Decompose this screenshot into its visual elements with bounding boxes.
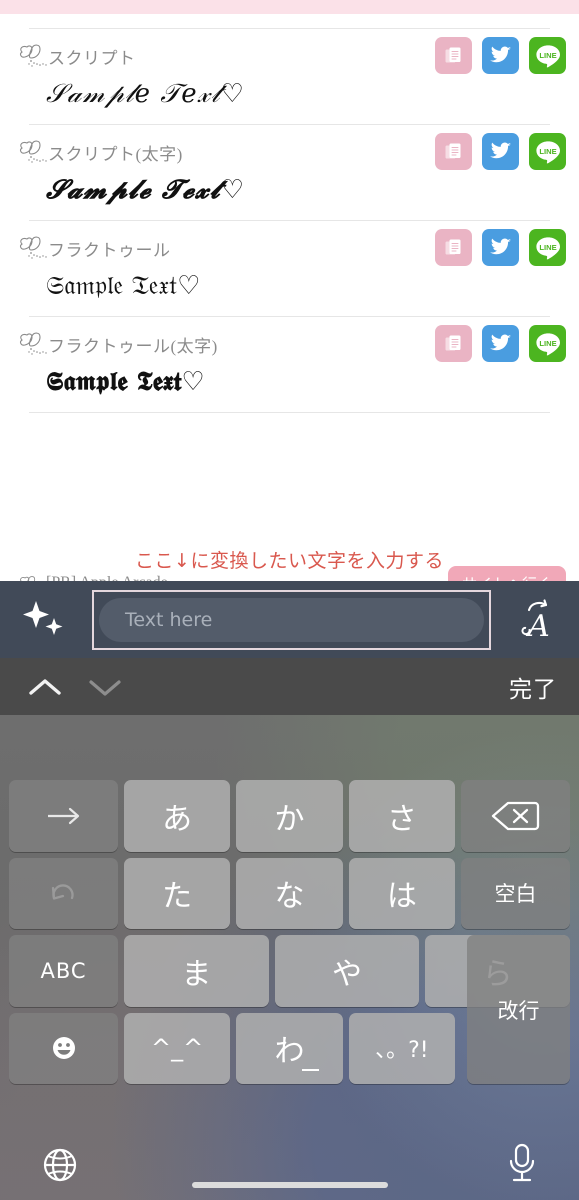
keyboard-row: ^_^ わ 、。?! xyxy=(6,1010,573,1088)
line-share-button[interactable]: LINE xyxy=(529,229,566,266)
key-wa-underscore xyxy=(301,1069,319,1071)
butterfly-icon xyxy=(18,331,52,361)
font-row-fraktur-bold: フラクトゥール(太字) LINE 𝕾𝖆𝖒𝖕𝖑𝖊 𝕿𝖊𝖝𝖙♡ xyxy=(0,317,579,412)
webpage-content: スクリプト LINE 𝒮𝒶𝓂𝓅𝓁𝑒 𝒯𝑒𝓍𝓉♡ スクリプト(太字) LINE 𝓢… xyxy=(0,0,579,600)
line-label: LINE xyxy=(539,146,556,155)
row-actions: LINE xyxy=(435,133,566,170)
twitter-share-button[interactable] xyxy=(482,325,519,362)
row-actions: LINE xyxy=(435,325,566,362)
line-share-button[interactable]: LINE xyxy=(529,37,566,74)
chevron-down-icon[interactable] xyxy=(86,674,124,700)
nav-chevrons xyxy=(0,674,124,700)
script-a-icon[interactable]: A xyxy=(499,596,579,644)
text-input-frame: Text here xyxy=(92,589,491,650)
font-row-fraktur: フラクトゥール LINE 𝔖𝔞𝔪𝔭𝔩𝔢 𝔗𝔢𝔵𝔱♡ xyxy=(0,221,579,316)
keyboard-accessory-bar: Text here A xyxy=(0,581,579,658)
home-indicator xyxy=(191,1182,388,1188)
input-hint-annotation: ここ↓に変換したい文字を入力する xyxy=(135,550,444,572)
keyboard-bottom-bar xyxy=(0,1127,579,1200)
suggestion-bar[interactable] xyxy=(0,715,579,777)
keyboard-row: あ か さ xyxy=(6,777,573,855)
font-row-label: フラクトゥール(太字) xyxy=(48,337,218,356)
key-na[interactable]: な xyxy=(236,857,343,929)
twitter-share-button[interactable] xyxy=(482,229,519,266)
key-a[interactable]: あ xyxy=(124,780,231,852)
sample-text: 𝔖𝔞𝔪𝔭𝔩𝔢 𝔗𝔢𝔵𝔱♡ xyxy=(46,271,201,301)
key-sa[interactable]: さ xyxy=(348,780,455,852)
key-wa-label: わ xyxy=(274,1034,305,1070)
sample-text: 𝓢𝓪𝓶𝓹𝓵𝓮 𝓣𝓮𝔁𝓽♡ xyxy=(46,175,246,205)
keyboard-keys: あ か さ た な は 空白 ABC ま や 改行 ^_^ わ 、。?! xyxy=(0,777,579,1127)
abc-key[interactable]: ABC xyxy=(9,935,118,1007)
key-ma[interactable]: ま xyxy=(124,935,269,1007)
line-label: LINE xyxy=(539,242,556,251)
key-wa[interactable]: わ xyxy=(236,1012,343,1084)
keyboard-row: た な は 空白 xyxy=(6,855,573,933)
punctuation-key[interactable]: 、。?! xyxy=(348,1012,455,1084)
keyboard-row: ABC ま や ら 改行 xyxy=(6,932,573,1084)
text-input-placeholder: Text here xyxy=(125,608,213,631)
copy-button[interactable] xyxy=(435,229,472,266)
chevron-up-icon[interactable] xyxy=(26,674,64,700)
key-ya[interactable]: や xyxy=(274,935,420,1007)
copy-button[interactable] xyxy=(435,37,472,74)
text-input[interactable]: Text here xyxy=(99,597,484,642)
sample-text: 𝒮𝒶𝓂𝓅𝓁𝑒 𝒯𝑒𝓍𝓉♡ xyxy=(46,79,245,109)
copy-button[interactable] xyxy=(435,325,472,362)
cursor-right-key[interactable] xyxy=(9,780,118,852)
line-label: LINE xyxy=(539,338,556,347)
butterfly-icon xyxy=(18,43,52,73)
font-row-label: スクリプト xyxy=(48,49,136,68)
butterfly-icon xyxy=(18,235,52,265)
twitter-share-button[interactable] xyxy=(482,133,519,170)
font-row-script: スクリプト LINE 𝒮𝒶𝓂𝓅𝓁𝑒 𝒯𝑒𝓍𝓉♡ xyxy=(0,29,579,124)
line-share-button[interactable]: LINE xyxy=(529,325,566,362)
space-key[interactable]: 空白 xyxy=(460,857,570,929)
done-button[interactable]: 完了 xyxy=(509,670,579,704)
key-ta[interactable]: た xyxy=(124,857,231,929)
kaomoji-key[interactable]: ^_^ xyxy=(124,1012,231,1084)
svg-text:A: A xyxy=(525,609,550,644)
row-divider xyxy=(29,412,550,413)
undo-key[interactable] xyxy=(9,857,118,929)
sparkles-icon[interactable] xyxy=(0,598,92,642)
delete-key[interactable] xyxy=(460,780,570,852)
sample-text: 𝕾𝖆𝖒𝖕𝖑𝖊 𝕿𝖊𝖝𝖙♡ xyxy=(46,367,205,397)
line-share-button[interactable]: LINE xyxy=(529,133,566,170)
butterfly-icon xyxy=(18,139,52,169)
row-actions: LINE xyxy=(435,37,566,74)
page-top-strip xyxy=(0,0,579,14)
japanese-kana-keyboard: あ か さ た な は 空白 ABC ま や 改行 ^_^ わ 、。?! xyxy=(0,715,579,1200)
microphone-icon[interactable] xyxy=(505,1141,539,1190)
return-key-spacer xyxy=(461,1013,570,1085)
line-label: LINE xyxy=(539,50,556,59)
key-ka[interactable]: か xyxy=(236,780,343,852)
keyboard-nav-bar: 完了 xyxy=(0,658,579,715)
font-row-label: スクリプト(太字) xyxy=(48,145,183,164)
row-actions: LINE xyxy=(435,229,566,266)
font-row-label: フラクトゥール xyxy=(48,241,171,260)
emoji-key[interactable] xyxy=(9,1012,118,1084)
font-row-script-bold: スクリプト(太字) LINE 𝓢𝓪𝓶𝓹𝓵𝓮 𝓣𝓮𝔁𝓽♡ xyxy=(0,125,579,220)
key-ha[interactable]: は xyxy=(348,857,455,929)
twitter-share-button[interactable] xyxy=(482,37,519,74)
globe-icon[interactable] xyxy=(40,1145,80,1190)
copy-button[interactable] xyxy=(435,133,472,170)
